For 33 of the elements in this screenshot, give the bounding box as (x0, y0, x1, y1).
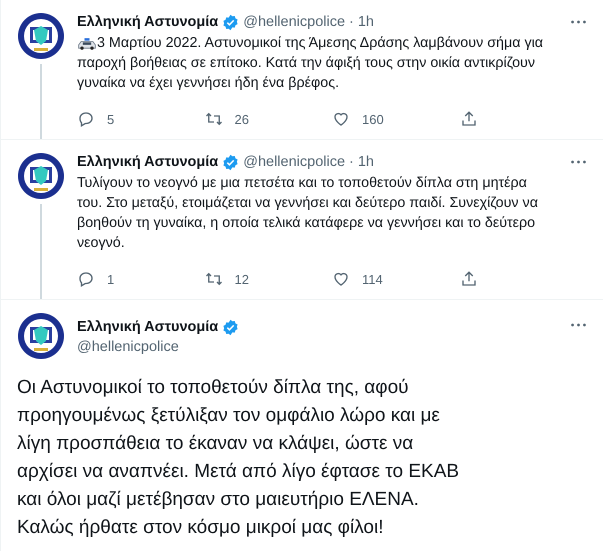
more-options-icon[interactable] (570, 19, 587, 25)
separator-dot: · (349, 154, 354, 170)
reply-count: 1 (107, 272, 114, 286)
like-count: 160 (362, 112, 384, 126)
author-name[interactable]: Ελληνική Αστυνομία (77, 154, 218, 170)
post-time[interactable]: 1h (358, 14, 374, 30)
police-badge-avatar[interactable] (17, 152, 65, 200)
retweet-icon[interactable] (204, 110, 222, 128)
heart-icon[interactable] (332, 110, 350, 128)
retweet-icon[interactable] (204, 270, 222, 288)
post-time[interactable]: 1h (358, 154, 374, 170)
reply-count: 5 (107, 112, 114, 126)
tweet-text: Οι Αστυνομικοί το τοποθετούν δίπλα της, αφού προηγουμένως ξετύλιξαν τον ομφάλιο λώρο και με λίγη προσπάθεια το έκαναν να κλάψει, ώστε να αρχίσει να αναπνέει. Μετά από λίγο έφτασε το ΕΚΑΒ και όλοι μαζί μετέβησαν στο μαιευτήριο ΕΛΕΝΑ. Καλώς ήρθατε στον κόσμο μικροί μας φίλοι! (17, 376, 460, 540)
separator-dot: · (349, 14, 354, 30)
reply-icon[interactable] (77, 110, 95, 128)
author-name[interactable]: Ελληνική Αστυνομία (77, 14, 218, 30)
share-icon[interactable] (460, 270, 478, 288)
more-options-icon[interactable] (570, 159, 587, 165)
more-options-icon[interactable] (570, 322, 587, 328)
police-badge-avatar[interactable] (17, 12, 65, 60)
reply-icon[interactable] (77, 270, 95, 288)
retweet-count: 26 (234, 112, 249, 126)
share-icon[interactable] (460, 110, 478, 128)
tweet-text: 3 Μαρτίου 2022. Αστυνομικοί της Άμεσης Δράσης λαμβάνουν σήμα για παροχή βοήθειας σε επίτοκο. Κατά την άφιξή τους στην οικία αντικρίζουν γυναίκα να έχει γεννήσει ήδη ένα βρέφος. (77, 34, 544, 93)
retweet-count: 12 (234, 272, 249, 286)
police-badge-avatar[interactable] (17, 312, 65, 360)
tweet-text: Τυλίγουν το νεογνό με μια πετσέτα και το τοποθετούν δίπλα στη μητέρα του. Στο μεταξύ, ετοιμάζεται να γεννήσει και δεύτερο παιδί. Συνεχίζουν να βοηθούν τη γυναίκα, η οποία τελικά κατάφερε να γεννήσει και το δεύτερο νεογνό. (77, 174, 539, 253)
author-handle[interactable]: @hellenicpolice (243, 154, 346, 170)
author-handle[interactable]: @hellenicpolice (243, 14, 346, 30)
heart-icon[interactable] (332, 270, 350, 288)
author-name[interactable]: Ελληνική Αστυνομία (77, 319, 218, 335)
author-handle[interactable]: @hellenicpolice (77, 339, 240, 355)
like-count: 114 (362, 272, 383, 286)
